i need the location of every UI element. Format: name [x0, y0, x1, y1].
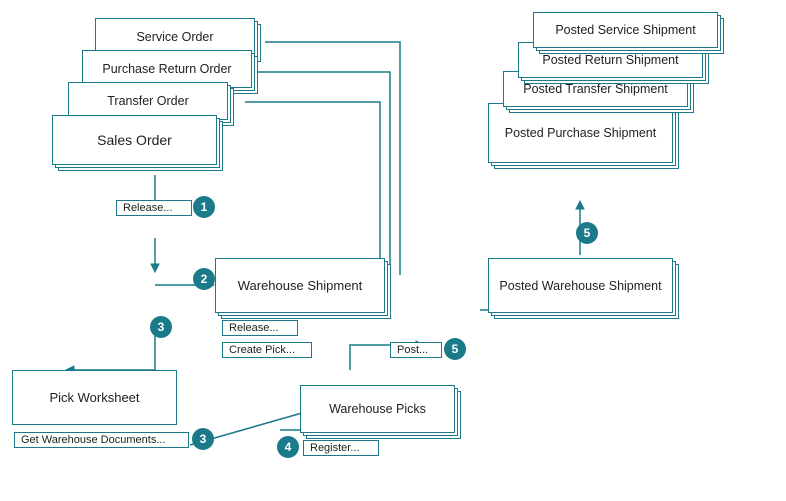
transfer-order-label: Transfer Order — [107, 94, 189, 108]
register-button[interactable]: Register... — [303, 440, 379, 456]
warehouse-shipment-box: Warehouse Shipment — [215, 258, 385, 313]
post-button[interactable]: Post... — [390, 342, 442, 358]
warehouse-picks-box: Warehouse Picks — [300, 385, 455, 433]
sales-order-box: Sales Order — [52, 115, 217, 165]
posted-transfer-shipment-label: Posted Transfer Shipment — [523, 82, 668, 96]
step-1-circle: 1 — [193, 196, 215, 218]
release-button-1[interactable]: Release... — [116, 200, 192, 216]
posted-service-shipment-box: Posted Service Shipment — [533, 12, 718, 48]
service-order-label: Service Order — [136, 30, 213, 44]
step-2-circle: 2 — [193, 268, 215, 290]
sales-order-label: Sales Order — [97, 132, 172, 148]
create-pick-button[interactable]: Create Pick... — [222, 342, 312, 358]
step-3a-circle: 3 — [150, 316, 172, 338]
purchase-return-order-label: Purchase Return Order — [102, 62, 231, 76]
warehouse-shipment-label: Warehouse Shipment — [238, 278, 363, 293]
step-5a-circle: 5 — [444, 338, 466, 360]
step-5b-circle: 5 — [576, 222, 598, 244]
posted-warehouse-shipment-label: Posted Warehouse Shipment — [499, 279, 661, 293]
posted-service-shipment-label: Posted Service Shipment — [555, 23, 695, 37]
get-warehouse-docs-button[interactable]: Get Warehouse Documents... — [14, 432, 189, 448]
posted-warehouse-shipment-box: Posted Warehouse Shipment — [488, 258, 673, 313]
warehouse-picks-label: Warehouse Picks — [329, 402, 426, 416]
step-3b-circle: 3 — [192, 428, 214, 450]
step-4-circle: 4 — [277, 436, 299, 458]
pick-worksheet-label: Pick Worksheet — [49, 390, 139, 405]
diagram: Service Order Purchase Return Order Tran… — [0, 0, 786, 501]
posted-return-shipment-label: Posted Return Shipment — [542, 53, 678, 67]
release-button-3[interactable]: Release... — [222, 320, 298, 336]
pick-worksheet-box: Pick Worksheet — [12, 370, 177, 425]
posted-purchase-shipment-label: Posted Purchase Shipment — [505, 126, 656, 140]
